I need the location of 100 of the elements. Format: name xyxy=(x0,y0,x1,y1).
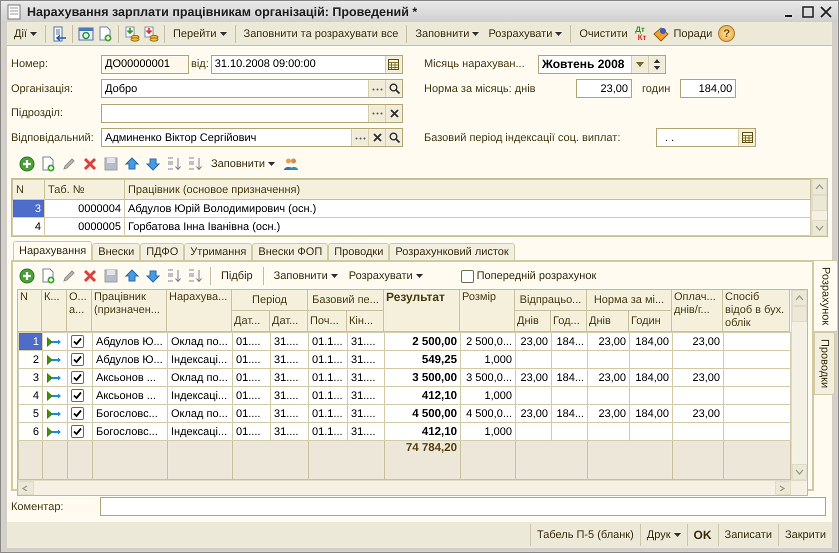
calendar-button[interactable] xyxy=(738,129,755,146)
calendar-button[interactable] xyxy=(384,56,402,72)
people-icon[interactable] xyxy=(283,156,300,172)
help-button[interactable]: ? xyxy=(718,25,736,42)
fill-menu[interactable]: Заповнити xyxy=(412,24,482,44)
row-checkbox[interactable] xyxy=(71,334,84,348)
row-number[interactable]: 3 xyxy=(12,200,44,218)
norm-days-field[interactable]: 23,00 xyxy=(577,80,631,97)
delete-icon[interactable] xyxy=(82,156,98,172)
side-tab[interactable]: Проводки xyxy=(814,332,835,396)
pencil-icon[interactable] xyxy=(61,268,77,284)
pencil-icon[interactable] xyxy=(61,156,77,172)
footer-button[interactable]: Закрити xyxy=(778,524,832,546)
go-to-menu[interactable]: Перейти xyxy=(170,24,230,44)
add-icon[interactable] xyxy=(19,268,35,284)
row-number[interactable]: 2 xyxy=(18,350,42,368)
scroll-up-button[interactable] xyxy=(812,179,827,195)
tab[interactable]: Внески xyxy=(92,243,140,260)
row-checkbox[interactable] xyxy=(71,388,84,402)
row-checkbox[interactable] xyxy=(71,370,84,384)
copy-icon[interactable] xyxy=(40,268,56,284)
save-icon[interactable] xyxy=(103,156,119,172)
row-checkbox[interactable] xyxy=(71,424,84,438)
tab[interactable]: Внески ФОП xyxy=(252,243,328,260)
fill-and-calculate-button[interactable]: Заповнити та розрахувати все xyxy=(240,24,402,44)
tab[interactable]: ПДФО xyxy=(140,243,184,260)
sort-descending-icon[interactable] xyxy=(187,156,203,172)
organization-selector[interactable]: Добро xyxy=(101,79,403,98)
sort-ascending-icon[interactable] xyxy=(166,268,182,284)
date-field[interactable]: 31.10.2008 09:00:00 xyxy=(212,56,385,72)
responsible-field[interactable]: Админенко Віктор Сергійович xyxy=(102,129,351,146)
scroll-down-button[interactable] xyxy=(792,464,807,480)
footer-button[interactable]: Друк xyxy=(640,524,687,546)
up-arrow-icon[interactable] xyxy=(124,268,140,284)
footer-button[interactable]: Записати xyxy=(718,524,778,546)
calculate-menu[interactable]: Розрахувати xyxy=(346,266,426,286)
organization-field[interactable]: Добро xyxy=(102,80,368,97)
footer-button[interactable]: OK xyxy=(686,524,718,546)
delete-icon[interactable] xyxy=(82,268,98,284)
document-coins-icon[interactable] xyxy=(142,26,159,42)
scroll-down-button[interactable] xyxy=(812,220,827,236)
row-number[interactable]: 6 xyxy=(18,422,42,440)
month-selector[interactable]: Жовтень 2008 xyxy=(538,54,666,74)
choose-button[interactable] xyxy=(351,129,368,146)
scroll-right-button[interactable] xyxy=(775,481,791,495)
tab[interactable]: Нарахування xyxy=(13,241,92,260)
side-tab[interactable]: Розрахунок xyxy=(814,260,838,332)
choose-button[interactable] xyxy=(368,80,385,97)
debit-credit-button[interactable]: Дт Кт xyxy=(634,26,646,42)
scroll-thumb[interactable] xyxy=(792,306,807,322)
add-icon[interactable] xyxy=(19,156,35,172)
maximize-icon[interactable] xyxy=(802,6,814,18)
document-coins-icon[interactable] xyxy=(124,26,140,42)
dropdown-button[interactable] xyxy=(631,56,648,72)
norm-hours-field[interactable]: 184,00 xyxy=(681,80,736,97)
fill-menu[interactable]: Заповнити xyxy=(208,154,278,174)
spin-button[interactable] xyxy=(648,56,665,72)
down-arrow-icon[interactable] xyxy=(145,268,161,284)
refresh-window-icon[interactable] xyxy=(78,26,94,42)
row-number[interactable]: 4 xyxy=(12,218,44,236)
scroll-left-button[interactable] xyxy=(18,481,34,495)
save-icon[interactable] xyxy=(103,268,119,284)
footer-button[interactable]: Табель П-5 (бланк) xyxy=(530,524,640,546)
row-number[interactable]: 3 xyxy=(18,368,42,386)
checkbox[interactable] xyxy=(460,270,474,282)
calculate-menu[interactable]: Розрахувати xyxy=(485,24,566,44)
open-button[interactable] xyxy=(385,129,402,146)
number-field[interactable]: ДО00000001 xyxy=(102,56,188,72)
tab[interactable]: Розрахунковий листок xyxy=(389,243,515,260)
up-arrow-icon[interactable] xyxy=(124,156,140,172)
scroll-thumb[interactable] xyxy=(812,195,827,211)
copy-icon[interactable] xyxy=(96,26,113,42)
row-number[interactable]: 4 xyxy=(18,386,42,404)
clear-button[interactable] xyxy=(368,129,385,146)
close-icon[interactable] xyxy=(820,6,832,18)
document-arrow-icon[interactable] xyxy=(50,26,67,42)
clear-button[interactable] xyxy=(385,104,402,122)
tab[interactable]: Проводки xyxy=(328,243,390,260)
actions-menu[interactable]: Дії xyxy=(11,24,40,44)
row-number[interactable]: 1 xyxy=(18,332,42,350)
date-picker[interactable]: 31.10.2008 09:00:00 xyxy=(210,54,403,74)
choose-button[interactable] xyxy=(368,104,385,122)
fill-menu[interactable]: Заповнити xyxy=(270,266,341,286)
month-field[interactable]: Жовтень 2008 xyxy=(539,56,631,72)
base-period-field[interactable]: . . xyxy=(657,129,738,146)
sort-descending-icon[interactable] xyxy=(187,268,203,284)
open-button[interactable] xyxy=(385,80,402,97)
row-checkbox[interactable] xyxy=(71,352,84,366)
copy-icon[interactable] xyxy=(40,156,56,172)
scroll-up-button[interactable] xyxy=(792,290,807,306)
tips-button[interactable]: Поради xyxy=(649,24,716,44)
clear-button[interactable]: Очистити xyxy=(576,24,631,44)
sort-ascending-icon[interactable] xyxy=(166,156,182,172)
pick-button[interactable]: Підбір xyxy=(218,266,256,286)
row-checkbox[interactable] xyxy=(71,406,84,420)
responsible-selector[interactable]: Админенко Віктор Сергійович xyxy=(101,128,403,147)
base-period-picker[interactable]: . . xyxy=(656,128,756,147)
down-arrow-icon[interactable] xyxy=(145,156,161,172)
tab[interactable]: Утримання xyxy=(184,243,252,260)
row-number[interactable]: 5 xyxy=(18,404,42,422)
